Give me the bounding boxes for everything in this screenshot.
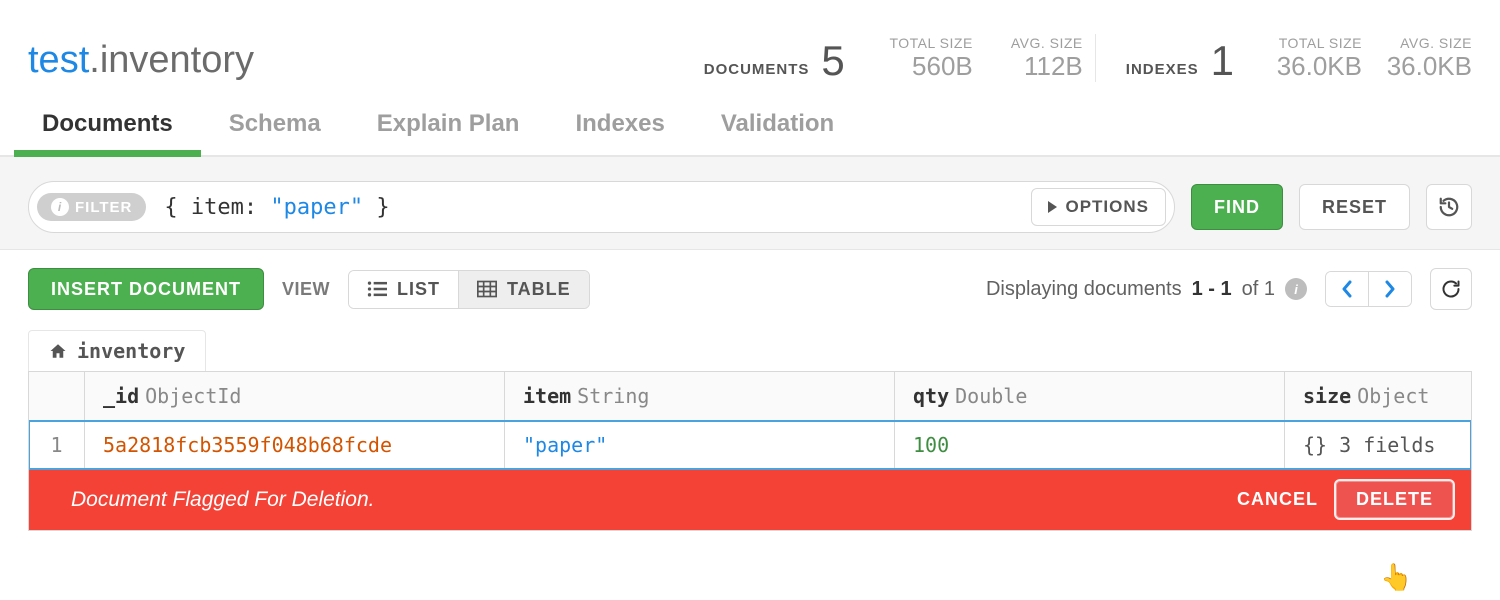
filter-pill: i FILTER [37, 193, 146, 221]
row-number: 1 [29, 421, 85, 469]
refresh-button[interactable] [1430, 268, 1472, 310]
indexes-avg-size: 36.0KB [1387, 51, 1472, 82]
col-rownum [29, 372, 85, 421]
find-button[interactable]: FIND [1191, 184, 1283, 230]
indexes-count: 1 [1211, 40, 1234, 82]
cell-size[interactable]: {} 3 fields [1303, 433, 1435, 457]
cell-id[interactable]: 5a2818fcb3559f048b68fcde [103, 433, 392, 457]
tab-validation[interactable]: Validation [693, 96, 862, 155]
col-id[interactable]: _idObjectId [85, 372, 505, 421]
refresh-icon [1441, 279, 1461, 299]
documents-table: _idObjectId itemString qtyDouble sizeObj… [28, 371, 1472, 531]
page-next-button[interactable] [1368, 272, 1411, 306]
reset-button[interactable]: RESET [1299, 184, 1410, 230]
view-table-button[interactable]: TABLE [458, 271, 589, 308]
tab-indexes[interactable]: Indexes [547, 96, 692, 155]
breadcrumb-tab[interactable]: inventory [28, 330, 206, 371]
view-label: VIEW [282, 279, 330, 300]
indexes-total-size: 36.0KB [1277, 51, 1362, 82]
insert-document-button[interactable]: INSERT DOCUMENT [28, 268, 264, 310]
list-icon [367, 280, 387, 298]
namespace-coll: inventory [100, 39, 254, 81]
tab-explain[interactable]: Explain Plan [349, 96, 548, 155]
table-row[interactable]: 1 5a2818fcb3559f048b68fcde "paper" 100 {… [29, 421, 1471, 469]
display-info: Displaying documents 1 - 1 of 1 i [986, 278, 1307, 301]
cell-item[interactable]: "paper" [523, 433, 607, 457]
col-size[interactable]: sizeObject [1285, 372, 1471, 421]
delete-button[interactable]: DELETE [1334, 479, 1455, 520]
info-icon: i [51, 198, 69, 216]
view-toggle: LIST TABLE [348, 270, 590, 309]
documents-avg-size: 112B [1024, 51, 1083, 82]
documents-total-size-label: TOTAL SIZE [889, 35, 972, 51]
deletion-banner: Document Flagged For Deletion. CANCEL DE… [29, 469, 1471, 530]
documents-count: 5 [821, 40, 844, 82]
home-icon [49, 342, 67, 360]
filter-input-container[interactable]: i FILTER { item: "paper" } OPTIONS [28, 181, 1175, 233]
banner-message: Document Flagged For Deletion. [45, 488, 375, 512]
tab-documents[interactable]: Documents [14, 96, 201, 157]
view-list-button[interactable]: LIST [349, 271, 458, 308]
indexes-avg-size-label: AVG. SIZE [1400, 35, 1472, 51]
col-item[interactable]: itemString [505, 372, 895, 421]
cell-qty[interactable]: 100 [913, 433, 949, 457]
documents-total-size: 560B [912, 51, 973, 82]
filter-pill-label: FILTER [75, 199, 132, 216]
caret-right-icon [1048, 201, 1057, 213]
page-prev-button[interactable] [1326, 272, 1368, 306]
namespace-db: test [28, 39, 89, 81]
col-qty[interactable]: qtyDouble [895, 372, 1285, 421]
tab-schema[interactable]: Schema [201, 96, 349, 155]
indexes-total-size-label: TOTAL SIZE [1279, 35, 1362, 51]
chevron-left-icon [1340, 280, 1354, 298]
filter-query[interactable]: { item: "paper" } [146, 195, 1031, 220]
options-button[interactable]: OPTIONS [1031, 188, 1166, 226]
documents-avg-size-label: AVG. SIZE [1011, 35, 1083, 51]
documents-stat-label: DOCUMENTS [704, 61, 810, 82]
pager [1325, 271, 1412, 307]
tabs: Documents Schema Explain Plan Indexes Va… [0, 96, 1500, 157]
history-icon [1438, 196, 1460, 218]
indexes-stat-label: INDEXES [1126, 61, 1199, 82]
cursor-icon: 👆 [1380, 562, 1412, 593]
info-icon: i [1285, 278, 1307, 300]
table-icon [477, 280, 497, 298]
namespace-title: test.inventory [28, 39, 254, 82]
cancel-button[interactable]: CANCEL [1237, 489, 1318, 510]
chevron-right-icon [1383, 280, 1397, 298]
history-button[interactable] [1426, 184, 1472, 230]
